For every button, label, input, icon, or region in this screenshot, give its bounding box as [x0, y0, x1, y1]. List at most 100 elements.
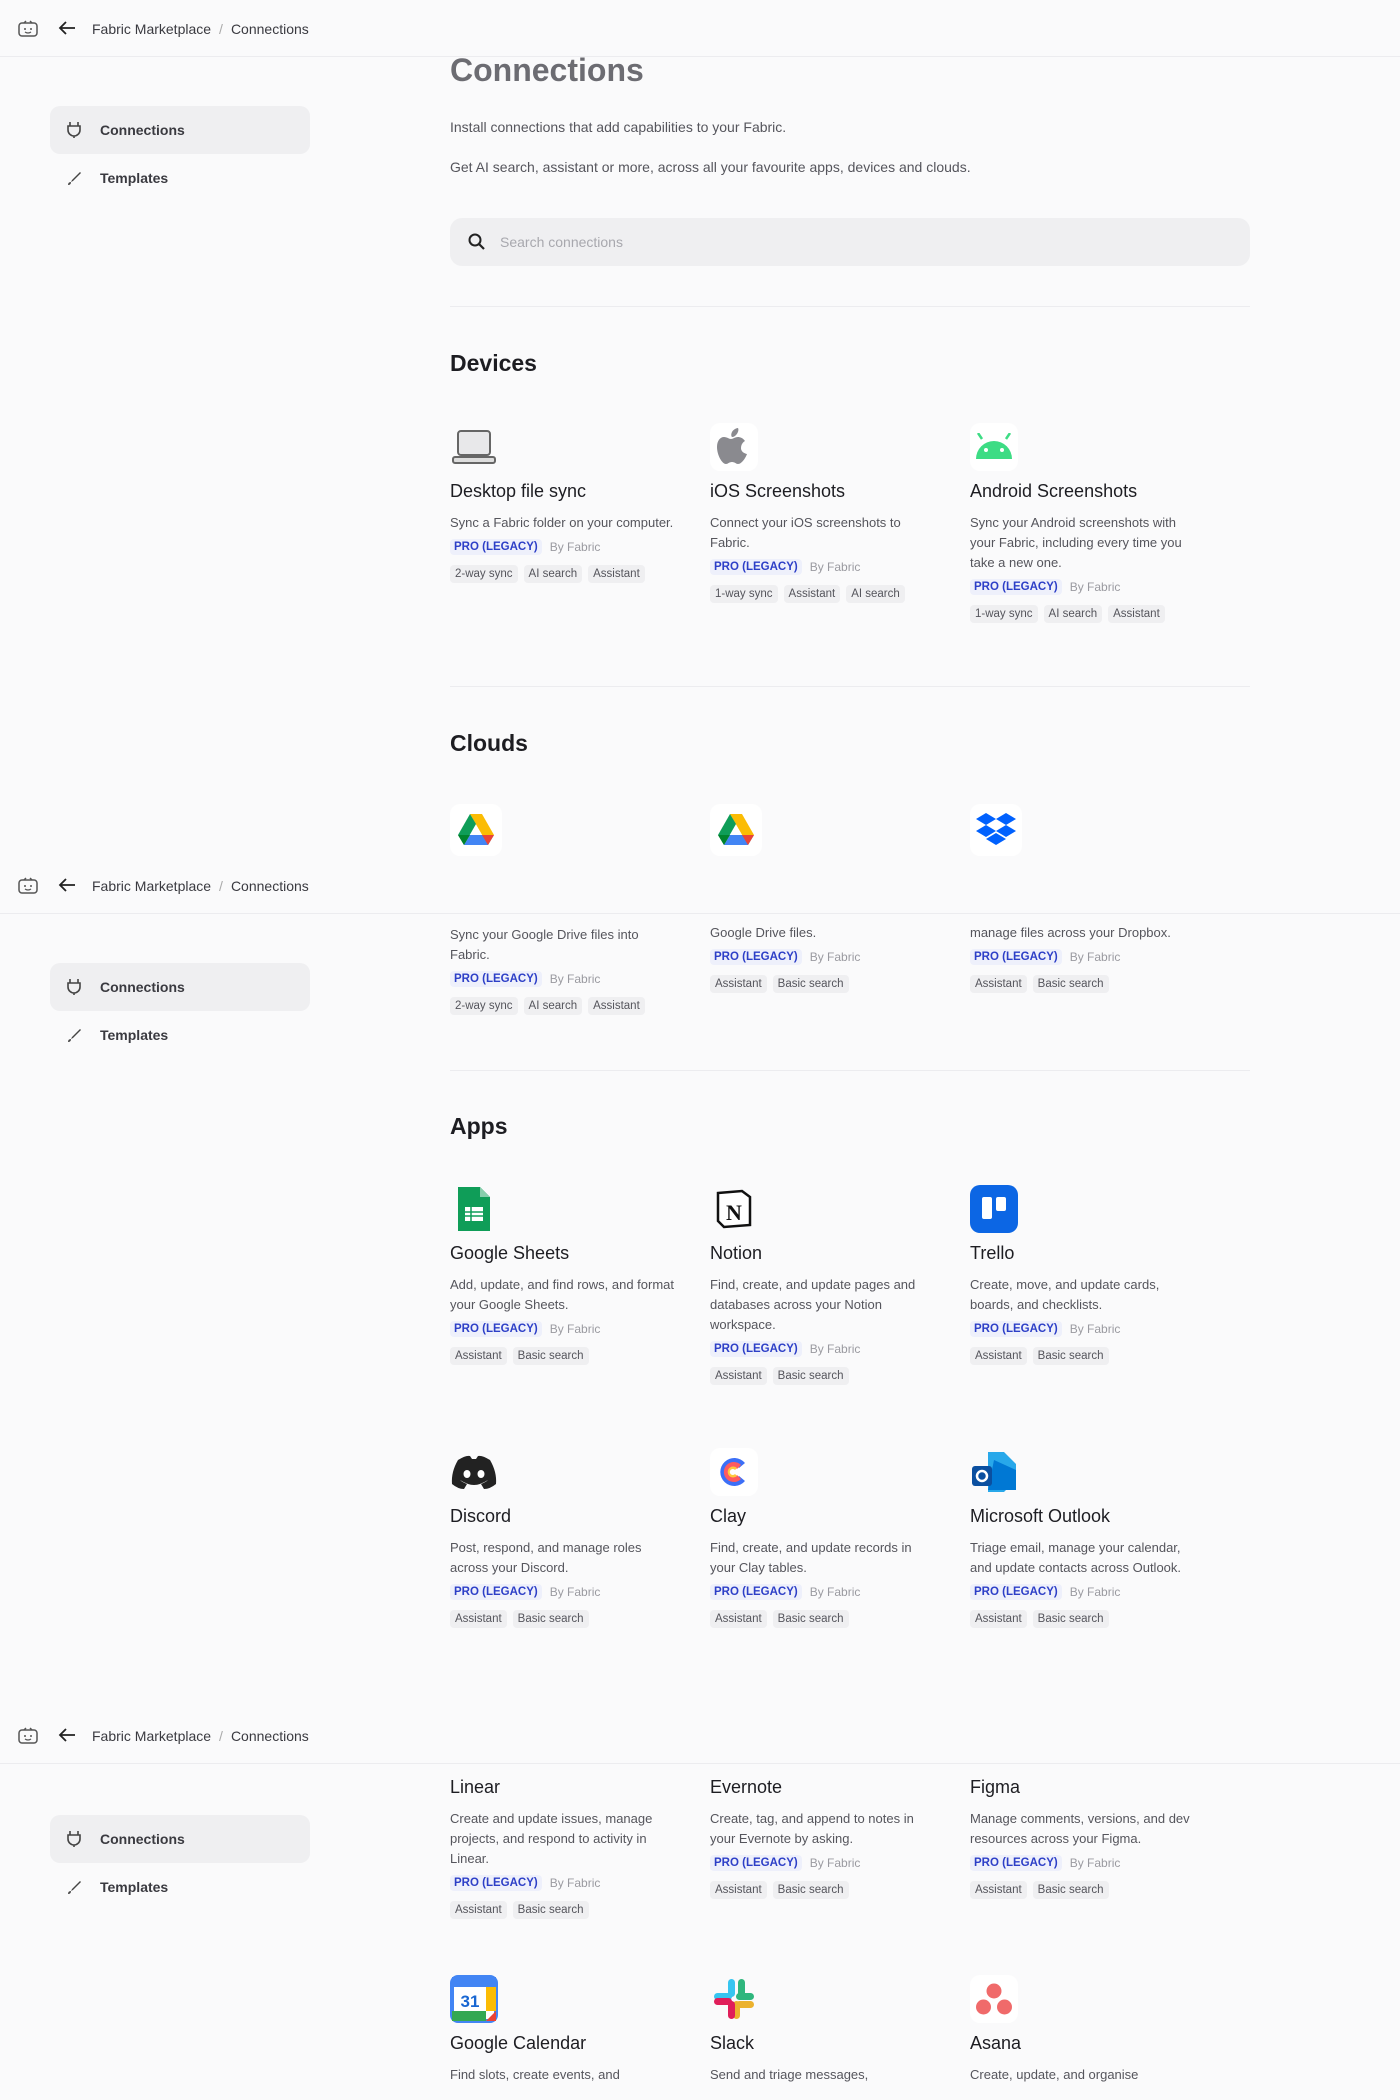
connection-card-android-screenshots[interactable]: Android Screenshots Sync your Android sc… — [970, 423, 1200, 623]
sidebar-item-templates[interactable]: Templates — [50, 154, 310, 202]
by-fabric-label: By Fabric — [1069, 1585, 1121, 1599]
connection-card-google-drive[interactable]: Sync your Google Drive files into Fabric… — [450, 925, 680, 1015]
screenshot-frame-2: Fabric Marketplace / Connections Connect… — [0, 857, 1400, 1707]
apple-icon — [710, 423, 758, 471]
card-name: iOS Screenshots — [710, 481, 846, 501]
by-fabric-label: By Fabric — [549, 1876, 601, 1890]
fabric-face-icon[interactable] — [18, 877, 38, 895]
feature-tag: Assistant — [450, 1610, 507, 1628]
feature-tag: Basic search — [512, 1901, 589, 1919]
connection-card-figma[interactable]: Figma Manage comments, versions, and dev… — [970, 1777, 1200, 1899]
sidebar-item-connections[interactable]: Connections — [50, 1815, 310, 1863]
intro-text: Install connections that add capabilitie… — [450, 119, 787, 135]
card-description: Add, update, and find rows, and format y… — [450, 1277, 675, 1312]
sidebar-item-templates[interactable]: Templates — [50, 1863, 310, 1911]
feature-tag: Assistant — [710, 1610, 767, 1628]
google-drive-icon — [450, 804, 502, 856]
divider — [450, 686, 1250, 687]
connection-card-google-sheets[interactable]: Google Sheets Add, update, and find rows… — [450, 1185, 680, 1365]
feature-tag: Assistant — [450, 1347, 507, 1365]
screenshot-frame-1: Fabric Marketplace / Connections Connect… — [0, 0, 1400, 857]
connection-card-slack[interactable]: Slack Send and triage messages, — [710, 1975, 940, 2085]
card-description: Find, create, and update records in your… — [710, 1540, 912, 1575]
card-name: Discord — [450, 1506, 512, 1526]
breadcrumb-root[interactable]: Fabric Marketplace — [92, 21, 211, 37]
feature-tag: Basic search — [512, 1347, 589, 1365]
laptop-icon — [450, 423, 498, 471]
sidebar: Connections Templates — [50, 106, 310, 202]
pro-legacy-badge: PRO (LEGACY) — [450, 1321, 542, 1337]
by-fabric-label: By Fabric — [1069, 1856, 1121, 1870]
card-description: Send and triage messages, — [710, 2067, 869, 2082]
fabric-face-icon[interactable] — [18, 1727, 38, 1745]
connection-card-asana[interactable]: Asana Create, update, and organise — [970, 1975, 1200, 2085]
card-name: Slack — [710, 2033, 755, 2053]
card-name: Desktop file sync — [450, 481, 587, 501]
back-arrow-icon[interactable] — [58, 877, 76, 893]
pro-legacy-badge: PRO (LEGACY) — [450, 539, 542, 555]
feature-tag: 1-way sync — [710, 585, 778, 603]
card-name: Trello — [970, 1243, 1015, 1263]
connection-card-google-drive-assistant[interactable]: Google Drive files. PRO (LEGACY) By Fabri… — [710, 923, 940, 993]
feature-tag: AI search — [846, 585, 905, 603]
connection-card-google-calendar[interactable]: 31 Google Calendar Find slots, create ev… — [450, 1975, 680, 2085]
section-title-devices: Devices — [450, 350, 537, 376]
top-bar: Fabric Marketplace / Connections — [0, 0, 1400, 57]
back-arrow-icon[interactable] — [58, 1727, 76, 1743]
card-description: Create, move, and update cards, boards, … — [970, 1277, 1160, 1312]
fabric-face-icon[interactable] — [18, 20, 38, 38]
feature-tag: Basic search — [772, 975, 849, 993]
feature-tag: 2-way sync — [450, 997, 518, 1015]
feature-tag: Assistant — [783, 585, 841, 603]
breadcrumb-root[interactable]: Fabric Marketplace — [92, 878, 211, 894]
back-arrow-icon[interactable] — [58, 20, 76, 36]
feature-tag: 1-way sync — [970, 605, 1038, 623]
breadcrumb-separator: / — [219, 878, 223, 894]
card-name: Figma — [970, 1777, 1021, 1797]
slack-icon — [710, 1975, 758, 2023]
connection-card-linear[interactable]: Linear Create and update issues, manage … — [450, 1777, 680, 1919]
sidebar: Connections Templates — [50, 1815, 310, 1911]
card-name: Android Screenshots — [970, 481, 1138, 501]
feature-tag: AI search — [1043, 605, 1103, 623]
search-input[interactable] — [500, 234, 1100, 250]
card-description: Sync your Android screenshots with your … — [970, 515, 1182, 570]
connection-card-ios-screenshots[interactable]: iOS Screenshots Connect your iOS screens… — [710, 423, 940, 603]
sidebar-item-label: Templates — [100, 1027, 169, 1043]
breadcrumb-root[interactable]: Fabric Marketplace — [92, 1728, 211, 1744]
google-drive-icon — [710, 804, 762, 856]
plug-icon — [67, 122, 81, 138]
connection-card-notion[interactable]: N Notion Find, create, and update pages … — [710, 1185, 940, 1385]
connection-card-evernote[interactable]: Evernote Create, tag, and append to note… — [710, 1777, 940, 1899]
breadcrumb-current: Connections — [230, 1728, 309, 1744]
search-box[interactable] — [450, 218, 1250, 266]
breadcrumb-current: Connections — [230, 878, 309, 894]
asana-icon — [970, 1975, 1018, 2023]
by-fabric-label: By Fabric — [549, 972, 601, 986]
connection-card-desktop-file-sync[interactable]: Desktop file sync Sync a Fabric folder o… — [450, 423, 680, 583]
pro-legacy-badge: PRO (LEGACY) — [450, 971, 542, 987]
card-description: Find slots, create events, and — [450, 2067, 620, 2082]
connection-card-clay[interactable]: Clay Find, create, and update records in… — [710, 1448, 940, 1628]
card-description: Sync your Google Drive files into Fabric… — [450, 927, 639, 962]
connection-card-trello[interactable]: Trello Create, move, and update cards, b… — [970, 1185, 1200, 1365]
brush-icon — [68, 1881, 81, 1894]
trello-icon — [970, 1185, 1018, 1233]
section-title-clouds: Clouds — [450, 730, 528, 756]
section-title-apps: Apps — [450, 1113, 508, 1139]
sidebar-item-templates[interactable]: Templates — [50, 1011, 310, 1059]
feature-tag: Basic search — [772, 1881, 849, 1899]
breadcrumb-separator: / — [219, 1728, 223, 1744]
connection-card-discord[interactable]: Discord Post, respond, and manage roles … — [450, 1448, 680, 1628]
sidebar-item-connections[interactable]: Connections — [50, 106, 310, 154]
feature-tag: Assistant — [710, 975, 767, 993]
connection-card-microsoft-outlook[interactable]: Microsoft Outlook Triage email, manage y… — [970, 1448, 1200, 1628]
breadcrumb: Fabric Marketplace / Connections — [92, 21, 309, 37]
by-fabric-label: By Fabric — [1069, 1322, 1121, 1336]
breadcrumb: Fabric Marketplace / Connections — [92, 1728, 309, 1744]
sidebar: Connections Templates — [50, 963, 310, 1059]
feature-tag: Basic search — [1032, 1347, 1109, 1365]
sidebar-item-connections[interactable]: Connections — [50, 963, 310, 1011]
connection-card-dropbox[interactable]: manage files across your Dropbox. PRO (L… — [970, 923, 1200, 993]
feature-tag: Assistant — [588, 565, 645, 583]
